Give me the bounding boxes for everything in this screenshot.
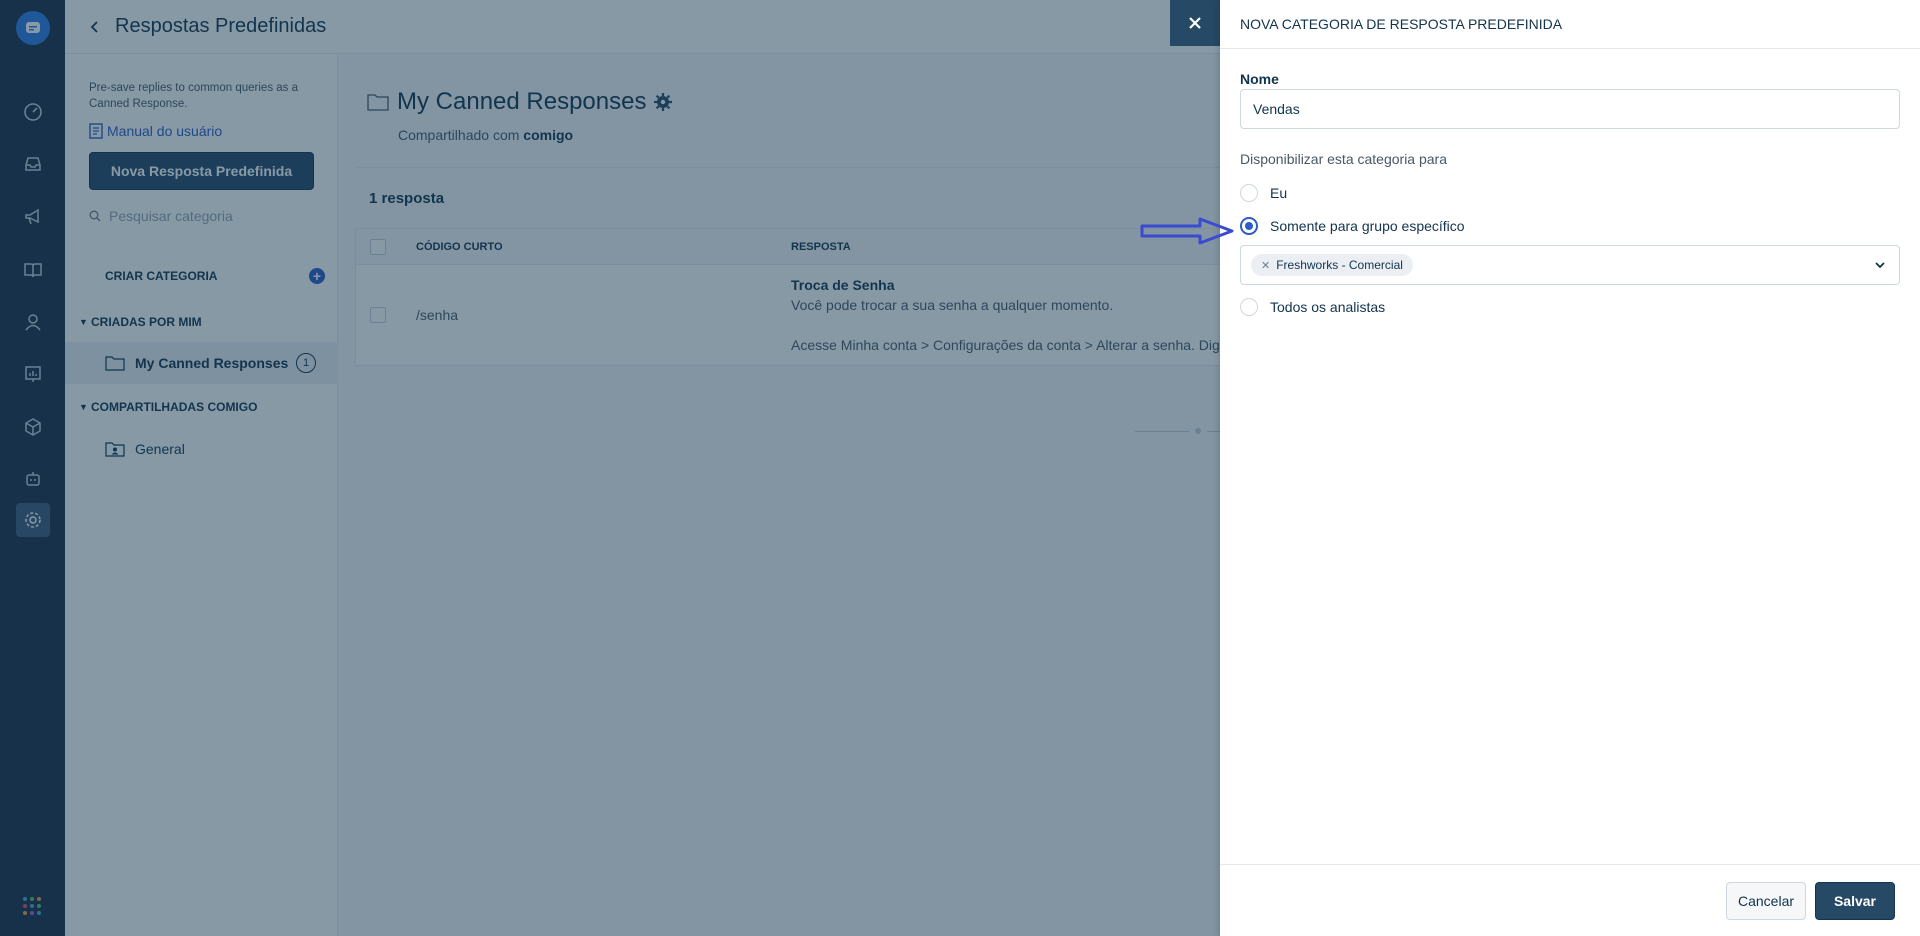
category-name-input[interactable] (1240, 89, 1900, 129)
radio-button[interactable] (1240, 184, 1258, 202)
drawer-title: NOVA CATEGORIA DE RESPOSTA PREDEFINIDA (1220, 0, 1920, 49)
radio-option-specific-group[interactable]: Somente para grupo específico (1240, 217, 1465, 235)
radio-label: Todos os analistas (1270, 299, 1386, 315)
close-icon (1189, 17, 1201, 29)
radio-option-me[interactable]: Eu (1240, 184, 1287, 202)
radio-label: Eu (1270, 185, 1288, 201)
modal-overlay[interactable] (0, 0, 1220, 936)
group-tag-label: Freshworks - Comercial (1276, 258, 1403, 272)
group-tag: ✕ Freshworks - Comercial (1251, 254, 1413, 276)
remove-tag-icon[interactable]: ✕ (1261, 259, 1270, 272)
radio-button-selected[interactable] (1240, 217, 1258, 235)
availability-label: Disponibilizar esta categoria para (1240, 151, 1447, 167)
new-category-drawer: NOVA CATEGORIA DE RESPOSTA PREDEFINIDA N… (1220, 0, 1920, 936)
radio-option-all-agents[interactable]: Todos os analistas (1240, 298, 1385, 316)
annotation-arrow-icon (1140, 217, 1234, 245)
radio-label: Somente para grupo específico (1270, 218, 1465, 234)
chevron-down-icon[interactable] (1873, 258, 1887, 272)
drawer-footer: Cancelar Salvar (1220, 864, 1920, 936)
cancel-button[interactable]: Cancelar (1726, 882, 1806, 920)
name-label: Nome (1240, 71, 1279, 87)
save-button[interactable]: Salvar (1815, 882, 1895, 920)
group-select[interactable]: ✕ Freshworks - Comercial (1240, 245, 1900, 285)
radio-button[interactable] (1240, 298, 1258, 316)
close-drawer-button[interactable] (1170, 0, 1220, 46)
